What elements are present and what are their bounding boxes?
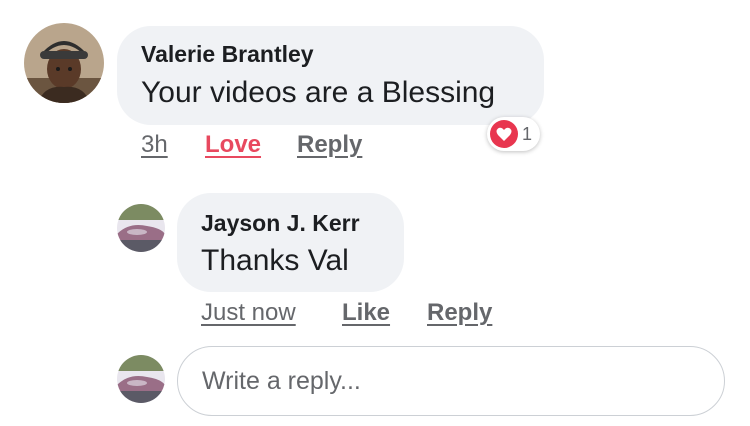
person-avatar-icon	[117, 204, 165, 252]
comment-author[interactable]: Valerie Brantley	[141, 41, 314, 68]
reply-author[interactable]: Jayson J. Kerr	[201, 210, 360, 237]
reply-timestamp[interactable]: Just now	[201, 299, 296, 327]
reply-composer[interactable]	[177, 346, 725, 416]
love-reaction-button[interactable]: Love	[205, 131, 261, 159]
reply-input[interactable]	[178, 347, 724, 415]
person-avatar-icon	[24, 23, 104, 103]
avatar-valerie[interactable]	[24, 23, 104, 103]
avatar-jayson[interactable]	[117, 204, 165, 252]
like-button[interactable]: Like	[342, 299, 390, 327]
reply-reply-button[interactable]: Reply	[427, 299, 492, 327]
person-avatar-icon	[117, 355, 165, 403]
comment-timestamp[interactable]: 3h	[141, 131, 168, 159]
reaction-count: 1	[522, 123, 533, 144]
avatar-current-user[interactable]	[117, 355, 165, 403]
reaction-badge[interactable]: 1	[487, 117, 541, 151]
comment-reply-button[interactable]: Reply	[297, 131, 362, 159]
heart-icon	[490, 120, 518, 148]
reply-text: Thanks Val	[201, 244, 349, 277]
comment-text: Your videos are a Blessing	[141, 76, 496, 109]
